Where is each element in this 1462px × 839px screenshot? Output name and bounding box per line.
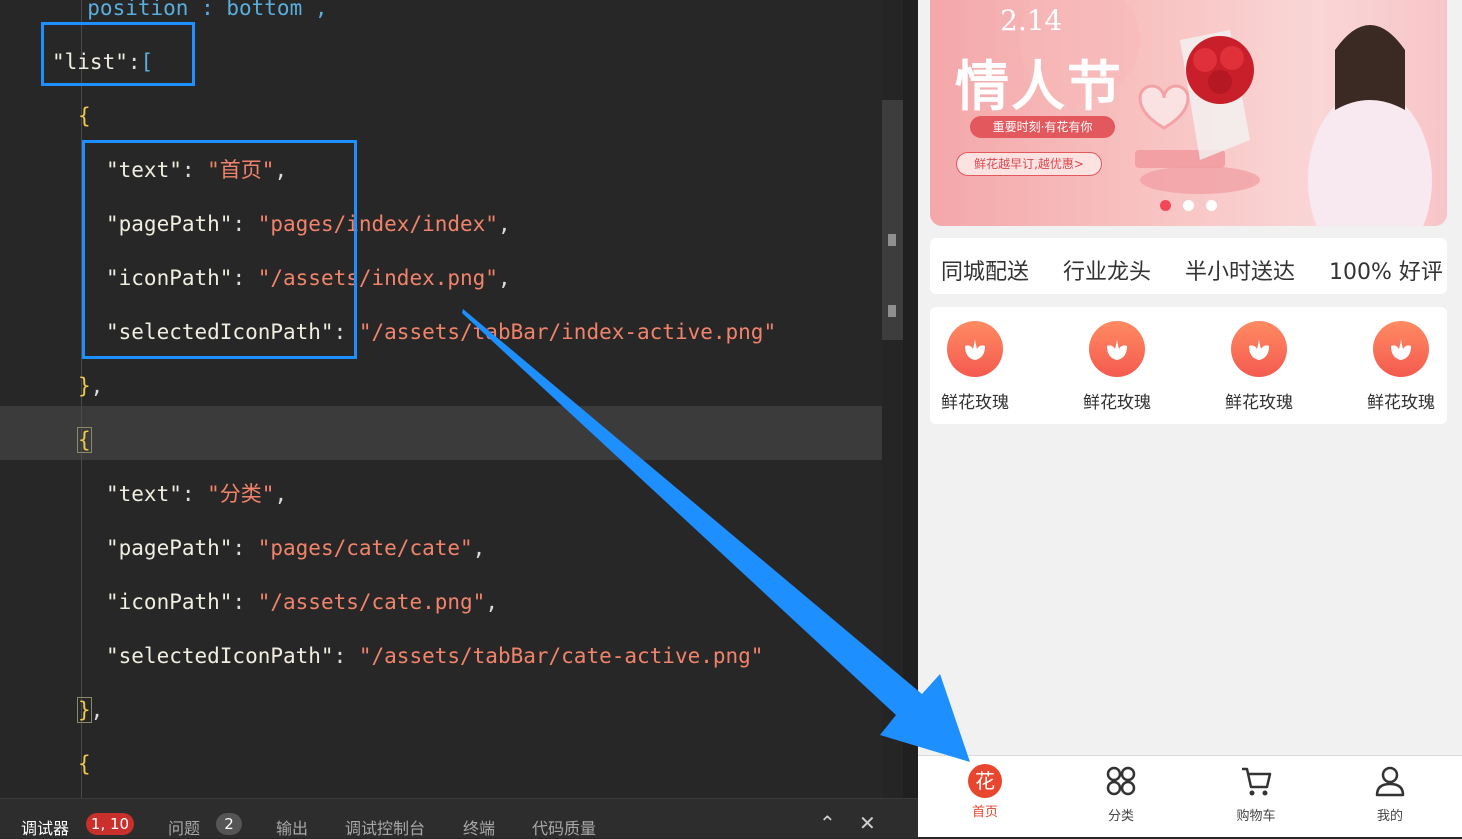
editor-scrollbar-thumb[interactable]	[882, 100, 903, 340]
code-line[interactable]: {	[77, 413, 92, 467]
code-token: "/assets/tabBar/index-active.png"	[358, 320, 777, 344]
problems-badge: 2	[216, 813, 242, 835]
code-token: :	[232, 590, 258, 614]
user-icon	[1375, 766, 1405, 797]
category-item[interactable]: 鲜花玫瑰	[932, 321, 1018, 413]
banner-carousel[interactable]: 2.14 情人节 重要时刻·有花有你 鲜花越早订,越优惠>	[930, 0, 1447, 226]
code-line[interactable]: },	[77, 683, 104, 737]
flower-icon	[1089, 321, 1145, 377]
tab-debugger[interactable]: 调试器	[21, 815, 69, 839]
code-line[interactable]: "pagePath": "pages/cate/cate",	[106, 521, 485, 575]
category-label: 鲜花玫瑰	[1083, 393, 1151, 413]
tab-home[interactable]: 花 首页	[925, 764, 1045, 820]
category-label: 鲜花玫瑰	[941, 393, 1009, 413]
first-item-selection-box	[82, 140, 357, 359]
code-token: "iconPath"	[106, 590, 233, 614]
scroll-marker	[888, 305, 896, 317]
tab-problems[interactable]: 问题	[168, 815, 200, 839]
code-token: ,	[485, 590, 498, 614]
close-panel-icon[interactable]: ✕	[859, 811, 876, 835]
feature-item: 半小时送达	[1185, 260, 1296, 285]
grid-icon	[1106, 766, 1136, 796]
tab-label: 购物车	[1236, 809, 1276, 824]
code-token: "/assets/tabBar/cate-active.png"	[358, 644, 764, 668]
flower-icon	[947, 321, 1003, 377]
flower-icon	[1373, 321, 1429, 377]
code-token: "pages/cate/cate"	[257, 536, 473, 560]
cart-icon	[1242, 767, 1272, 796]
tab-bar: 花 首页 分类 购物车 我的	[918, 755, 1462, 837]
feature-item: 行业龙头	[1063, 260, 1152, 285]
code-editor[interactable]: position : bottom , "list":[{"text": "首页"…	[0, 0, 903, 798]
scroll-marker	[888, 234, 896, 246]
category-item[interactable]: 鲜花玫瑰	[1074, 321, 1160, 413]
code-line[interactable]: {	[78, 89, 91, 143]
code-line[interactable]: {	[78, 737, 91, 791]
code-token: {	[77, 427, 92, 453]
tab-debug-console[interactable]: 调试控制台	[345, 815, 425, 839]
category-label: 鲜花玫瑰	[1367, 393, 1435, 413]
banner-date: 2.14	[1000, 4, 1063, 37]
code-token: "pagePath"	[106, 536, 233, 560]
code-token: "/assets/cate.png"	[257, 590, 486, 614]
code-token: ,	[497, 266, 511, 290]
category-label: 鲜花玫瑰	[1225, 393, 1293, 413]
flower-icon	[1231, 321, 1287, 377]
code-line[interactable]: "selectedIconPath": "/assets/tabBar/cate…	[106, 629, 763, 683]
code-token: position : bottom ,	[62, 0, 328, 20]
feature-item: 100% 好评	[1329, 260, 1443, 285]
debugger-badge: 1, 10	[86, 813, 134, 835]
tab-label: 首页	[971, 805, 998, 820]
code-token: ,	[472, 536, 486, 560]
collapse-panel-icon[interactable]: ⌃	[819, 811, 836, 835]
pane-divider[interactable]	[903, 0, 918, 798]
carousel-dot-active[interactable]	[1160, 200, 1171, 211]
feature-item: 同城配送	[941, 260, 1030, 285]
banner-title: 情人节	[955, 54, 1123, 118]
banner-cta[interactable]: 鲜花越早订,越优惠>	[956, 152, 1102, 176]
current-line-highlight	[0, 406, 903, 460]
code-token: ,	[274, 482, 288, 506]
category-grid: 鲜花玫瑰 鲜花玫瑰 鲜花玫瑰 鲜花玫瑰	[930, 307, 1447, 424]
code-token: ,	[497, 212, 511, 236]
banner-tagline: 重要时刻·有花有你	[970, 116, 1115, 138]
code-token: "selectedIconPath"	[106, 644, 334, 668]
code-token: "分类"	[207, 482, 275, 506]
tab-label: 分类	[1107, 809, 1134, 824]
tab-profile[interactable]: 我的	[1330, 764, 1450, 824]
tab-code-quality[interactable]: 代码质量	[532, 815, 596, 839]
code-line[interactable]: },	[78, 359, 103, 413]
code-token: :	[232, 536, 258, 560]
category-item[interactable]: 鲜花玫瑰	[1358, 321, 1444, 413]
code-token: }	[78, 374, 91, 398]
code-token: :	[181, 482, 208, 506]
list-selection-box	[41, 22, 195, 86]
bottom-panel: 调试器 1, 10 问题 2 输出 调试控制台 终端 代码质量 ⌃ ✕	[0, 798, 918, 838]
tab-terminal[interactable]: 终端	[463, 815, 495, 839]
feature-strip: 同城配送 行业龙头 半小时送达 100% 好评	[930, 238, 1447, 294]
code-token: ,	[90, 374, 104, 398]
code-token: }	[77, 697, 92, 723]
code-line[interactable]: "iconPath": "/assets/cate.png",	[106, 575, 498, 629]
simulator-preview: 2.14 情人节 重要时刻·有花有你 鲜花越早订,越优惠> 同城配送 行业龙头 …	[918, 0, 1462, 837]
tab-category[interactable]: 分类	[1061, 764, 1181, 824]
carousel-dot[interactable]	[1206, 200, 1217, 211]
tab-label: 我的	[1376, 809, 1403, 824]
code-token: {	[78, 104, 91, 128]
code-token: ,	[90, 698, 104, 722]
category-item[interactable]: 鲜花玫瑰	[1216, 321, 1302, 413]
tab-cart[interactable]: 购物车	[1196, 764, 1316, 824]
home-icon: 花	[968, 764, 1002, 798]
code-line[interactable]: "text": "分类",	[106, 467, 287, 521]
tab-output[interactable]: 输出	[276, 815, 308, 839]
carousel-dot[interactable]	[1183, 200, 1194, 211]
code-token: {	[78, 752, 91, 776]
code-token: :	[333, 644, 359, 668]
code-token: "text"	[106, 482, 182, 506]
